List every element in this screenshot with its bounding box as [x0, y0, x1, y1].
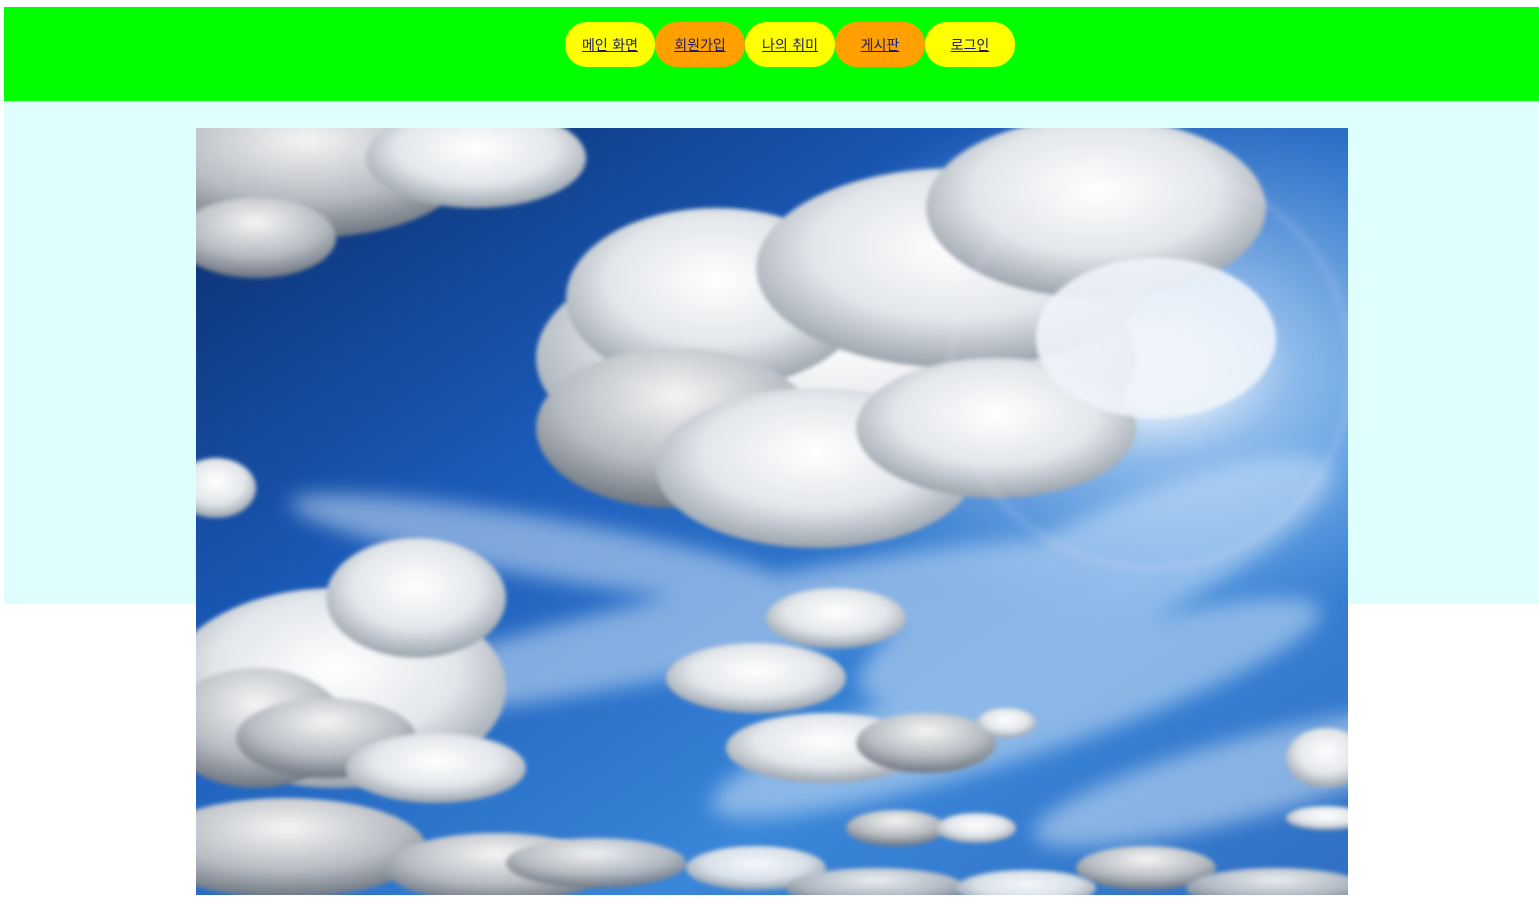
nav-link-login[interactable]: 로그인 — [925, 22, 1015, 67]
main-nav: 메인 화면 회원가입 나의 취미 게시판 로그인 — [565, 22, 1015, 67]
nav-link-signup[interactable]: 회원가입 — [655, 22, 745, 67]
nav-link-main[interactable]: 메인 화면 — [565, 22, 655, 67]
hero-sky-image — [196, 128, 1348, 895]
page: 메인 화면 회원가입 나의 취미 게시판 로그인 — [0, 0, 1539, 906]
nav-link-board[interactable]: 게시판 — [835, 22, 925, 67]
nav-link-hobby[interactable]: 나의 취미 — [745, 22, 835, 67]
